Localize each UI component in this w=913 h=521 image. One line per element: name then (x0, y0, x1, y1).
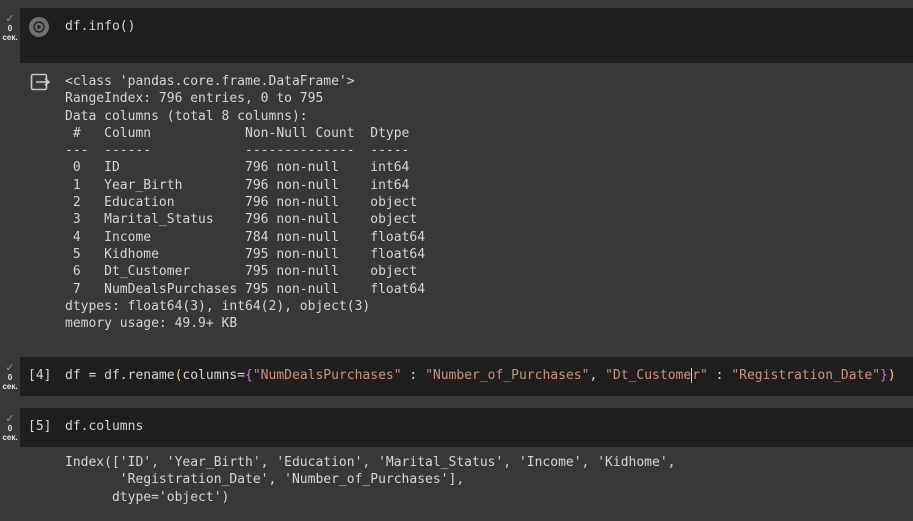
output-text: <class 'pandas.core.frame.DataFrame'> Ran… (65, 73, 425, 332)
output-line: RangeIndex: 796 entries, 0 to 795 (65, 91, 324, 107)
exec-seconds: 0 (7, 373, 13, 382)
output-line: dtypes: float64(3), int64(2), object(3) (65, 298, 371, 314)
exec-seconds-unit: сек. (2, 433, 18, 442)
output-line: 7 NumDealsPurchases 795 non-null float64 (65, 281, 426, 297)
output-line: dtype='object') (65, 489, 230, 505)
success-check-icon: ✓ (5, 362, 15, 374)
output-line: <class 'pandas.core.frame.DataFrame'> (65, 74, 355, 89)
output-line: --- ------ -------------- ----- (65, 143, 426, 159)
success-check-icon: ✓ (5, 413, 15, 425)
code-line[interactable]: df = df.rename(columns={"NumDealsPurchas… (65, 368, 896, 383)
output-line: 5 Kidhome 795 non-null float64 (65, 246, 426, 262)
output-line: 'Registration_Date', 'Number_of_Purchase… (65, 472, 465, 488)
code-line[interactable]: df.info() (65, 19, 135, 34)
cell-1-status: ✓ 0 сек. (0, 13, 20, 43)
code-line[interactable]: df.columns (65, 419, 143, 434)
run-cell-button[interactable] (29, 17, 49, 37)
output-line: 6 Dt_Customer 795 non-null object (65, 264, 426, 280)
play-icon (33, 21, 45, 33)
code-cell-3[interactable]: [5] df.columns (20, 408, 913, 447)
output-redirect-icon[interactable] (30, 73, 50, 91)
output-line: 0 ID 796 non-null int64 (65, 160, 426, 176)
output-line: # Column Non-Null Count Dtype (65, 125, 426, 141)
code-cell-2[interactable]: [4] df = df.rename(columns={"NumDealsPur… (20, 357, 913, 396)
execution-count: [5] (28, 419, 52, 434)
exec-seconds-unit: сек. (2, 382, 18, 391)
output-line: 2 Education 796 non-null object (65, 195, 426, 211)
cell-3-output: Index(['ID', 'Year_Birth', 'Education', … (20, 450, 913, 520)
output-line: 3 Marital_Status 796 non-null object (65, 212, 426, 228)
code-text: df.info() (65, 19, 136, 34)
exec-seconds-unit: сек. (2, 33, 18, 42)
output-line: 1 Year_Birth 796 non-null int64 (65, 177, 426, 193)
exec-seconds: 0 (7, 424, 13, 433)
cell-2-status: ✓ 0 сек. (0, 362, 20, 392)
success-check-icon: ✓ (5, 13, 15, 25)
execution-count: [4] (28, 368, 52, 383)
cell-1-output: <class 'pandas.core.frame.DataFrame'> Ran… (20, 66, 913, 341)
output-text: Index(['ID', 'Year_Birth', 'Education', … (65, 454, 675, 506)
code-cell-1[interactable]: df.info() (20, 8, 913, 63)
cell-3-status: ✓ 0 сек. (0, 413, 20, 443)
output-line: memory usage: 49.9+ KB (65, 316, 238, 332)
exec-seconds: 0 (7, 24, 13, 33)
output-line: 4 Income 784 non-null float64 (65, 229, 426, 245)
output-line: Index(['ID', 'Year_Birth', 'Education', … (65, 455, 676, 470)
code-text: df.columns (65, 419, 144, 434)
output-line: Data columns (total 8 columns): (65, 108, 308, 124)
